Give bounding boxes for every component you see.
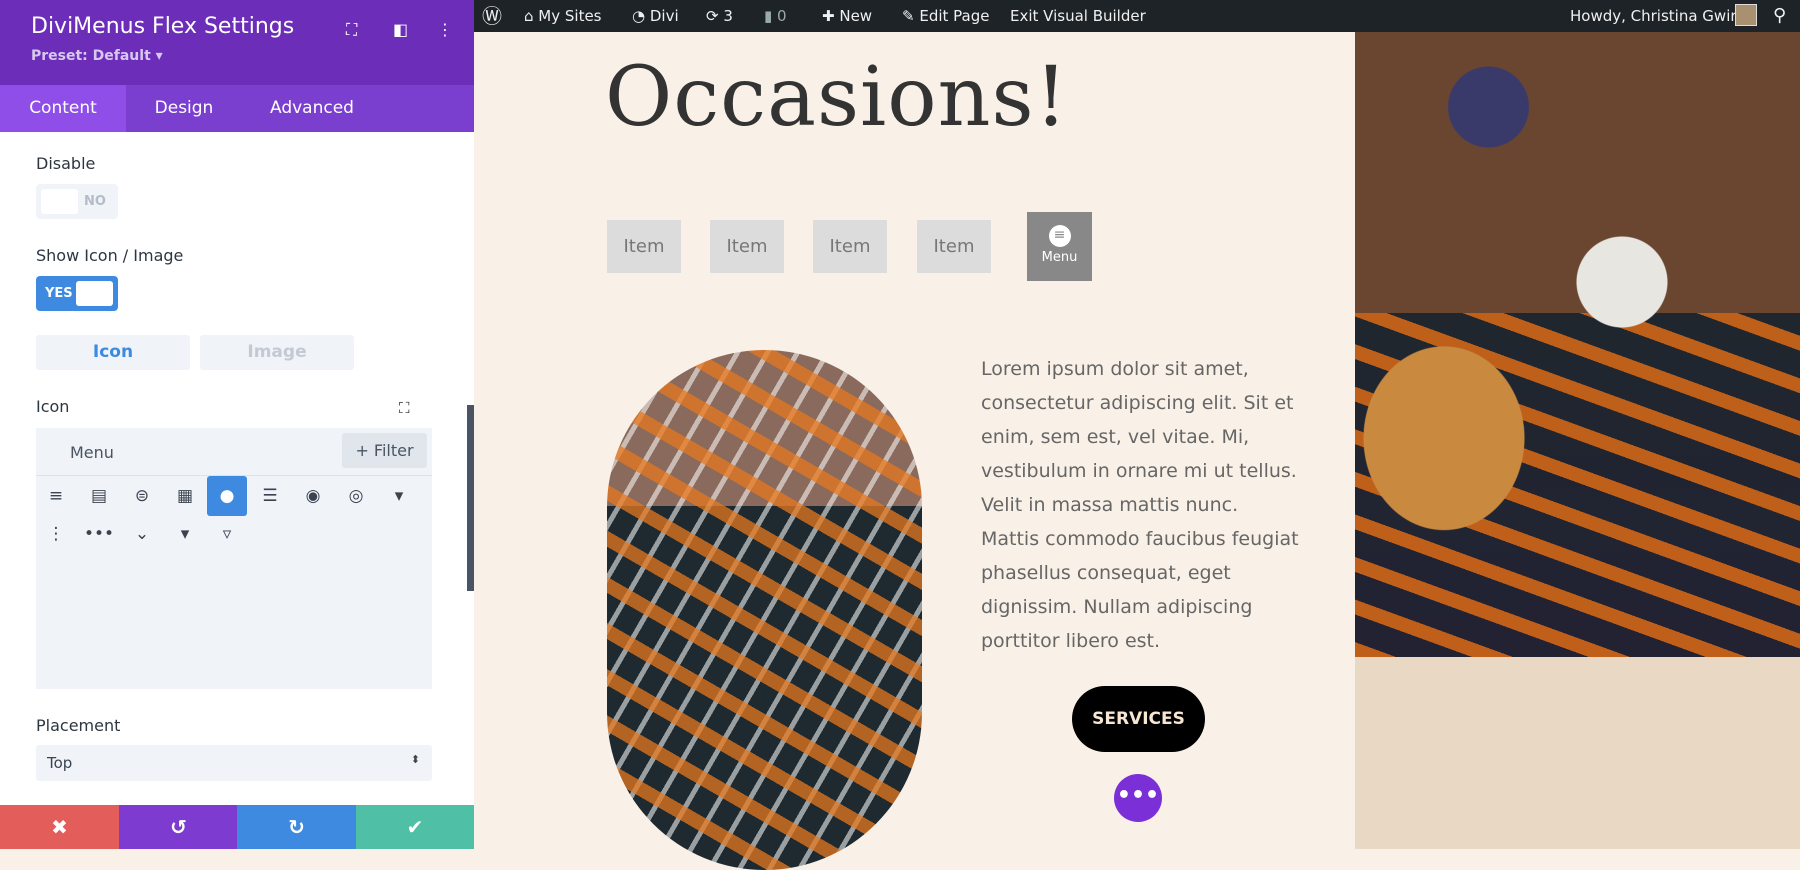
- image-segment[interactable]: Image: [200, 335, 354, 370]
- placement-label: Placement: [36, 716, 121, 735]
- toggle-value: YES: [45, 286, 73, 301]
- menu-item[interactable]: Item: [710, 220, 784, 273]
- icon-option[interactable]: ●: [207, 476, 247, 516]
- filter-button[interactable]: + Filter: [342, 433, 427, 468]
- wp-admin-bar: Ⓦ ⌂ My Sites ◔ Divi ⟳ 3 ▮ 0 ✚ New ✎ Edit…: [474, 0, 1800, 32]
- edit-page-link[interactable]: ✎ Edit Page: [902, 0, 989, 32]
- settings-panel: DiviMenus Flex Settings Preset: Default …: [0, 0, 474, 849]
- exit-visual-builder-link[interactable]: Exit Visual Builder: [1010, 0, 1146, 32]
- edit-page-label: Edit Page: [919, 7, 990, 25]
- tab-advanced[interactable]: Advanced: [252, 85, 372, 132]
- disable-label: Disable: [36, 154, 96, 173]
- plus-icon: ✚: [822, 7, 840, 25]
- comments-link[interactable]: ▮ 0: [764, 0, 787, 32]
- comment-icon: ▮: [764, 7, 778, 25]
- picnic-image: [607, 350, 922, 870]
- show-icon-label: Show Icon / Image: [36, 246, 184, 265]
- my-sites-label: My Sites: [538, 7, 602, 25]
- save-button[interactable]: ✔: [356, 805, 474, 849]
- icon-option[interactable]: ▿: [207, 514, 247, 554]
- body-text: Lorem ipsum dolor sit amet, consectetur …: [981, 358, 1299, 652]
- my-sites-link[interactable]: ⌂ My Sites: [524, 0, 602, 32]
- more-icon[interactable]: ⋮: [437, 20, 453, 39]
- tab-content[interactable]: Content: [0, 85, 126, 132]
- divi-link[interactable]: ◔ Divi: [632, 0, 679, 32]
- tab-design[interactable]: Design: [126, 85, 242, 132]
- show-icon-toggle[interactable]: YES: [36, 276, 118, 311]
- services-button[interactable]: SERVICES: [1072, 686, 1205, 752]
- toggle-value: NO: [84, 194, 106, 209]
- preset-dropdown[interactable]: Preset: Default ▾: [31, 48, 163, 64]
- icon-label: Icon: [36, 397, 70, 416]
- updates-link[interactable]: ⟳ 3: [706, 0, 733, 32]
- undo-button[interactable]: ↺: [119, 805, 238, 849]
- columns-icon[interactable]: ◧: [393, 20, 408, 39]
- discard-button[interactable]: ✖: [0, 805, 119, 849]
- icon-option[interactable]: •••: [79, 514, 119, 554]
- more-dots-button[interactable]: •••: [1114, 774, 1162, 822]
- icon-option[interactable]: ▾: [379, 476, 419, 516]
- menu-label: Menu: [1041, 250, 1078, 265]
- icon-segment[interactable]: Icon: [36, 335, 190, 370]
- divi-label: Divi: [649, 7, 679, 25]
- expand-icon[interactable]: ⛶: [399, 399, 410, 417]
- placement-value: Top: [47, 754, 73, 772]
- menu-toggle-button[interactable]: ≡ Menu: [1027, 212, 1092, 281]
- icon-option[interactable]: ⊜: [122, 476, 162, 516]
- icon-picker: Menu + Filter ≡ ▤ ⊜ ▦ ● ☰ ◉ ◎ ▾ ⋮ ••• ⌄ ▾ ▿: [36, 428, 432, 689]
- comments-count: 0: [777, 7, 787, 25]
- icon-option[interactable]: ≡: [36, 476, 76, 516]
- menu-item[interactable]: Item: [607, 220, 681, 273]
- fullscreen-icon[interactable]: ⛶: [346, 20, 357, 40]
- page-heading: Occasions!: [605, 50, 1069, 145]
- beige-block: [1355, 657, 1800, 849]
- refresh-icon: ⟳: [706, 7, 724, 25]
- house-icon: ⌂: [524, 7, 539, 25]
- panel-tabs: Content Design Advanced: [0, 85, 474, 132]
- dashboard-icon: ◔: [632, 7, 650, 25]
- icon-search-input[interactable]: Menu: [70, 443, 114, 462]
- icon-option[interactable]: ▦: [165, 476, 205, 516]
- food-image: [1355, 32, 1800, 657]
- scrollbar[interactable]: [467, 405, 474, 591]
- panel-header: DiviMenus Flex Settings Preset: Default …: [0, 0, 474, 85]
- pencil-icon: ✎: [902, 7, 920, 25]
- select-arrows-icon: ⬍: [410, 753, 420, 766]
- icon-option[interactable]: ▤: [79, 476, 119, 516]
- search-icon[interactable]: ⚲: [1773, 0, 1786, 32]
- menu-item[interactable]: Item: [813, 220, 887, 273]
- menu-icon: ≡: [1048, 225, 1071, 247]
- toggle-knob: [41, 189, 78, 214]
- avatar[interactable]: [1735, 4, 1757, 26]
- icon-option[interactable]: ◉: [293, 476, 333, 516]
- redo-button[interactable]: ↻: [237, 805, 356, 849]
- howdy-link[interactable]: Howdy, Christina Gwira: [1570, 0, 1746, 32]
- icon-option[interactable]: ▾: [165, 514, 205, 554]
- new-label: New: [839, 7, 873, 25]
- disable-toggle[interactable]: NO: [36, 184, 118, 219]
- icon-option[interactable]: ⌄: [122, 514, 162, 554]
- icon-option[interactable]: ☰: [250, 476, 290, 516]
- menu-item[interactable]: Item: [917, 220, 991, 273]
- new-link[interactable]: ✚ New: [822, 0, 872, 32]
- toggle-knob: [76, 281, 113, 306]
- icon-option[interactable]: ⋮: [36, 514, 76, 554]
- updates-count: 3: [723, 7, 733, 25]
- icon-option[interactable]: ◎: [336, 476, 376, 516]
- panel-title: DiviMenus Flex Settings: [31, 14, 295, 39]
- placement-select[interactable]: Top ⬍: [36, 745, 432, 781]
- wordpress-icon[interactable]: Ⓦ: [482, 0, 502, 32]
